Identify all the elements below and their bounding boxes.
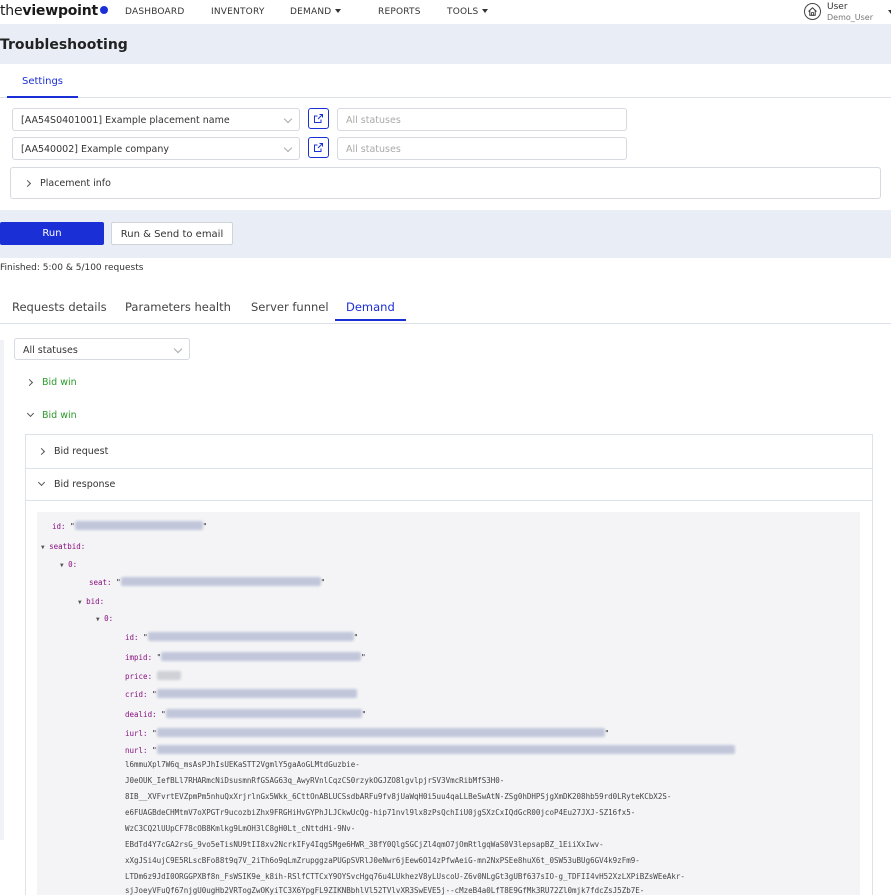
json-field-nurl: nurl: " <box>125 745 735 755</box>
nav-reports[interactable]: REPORTS <box>378 7 421 17</box>
user-label[interactable]: User <box>827 2 848 12</box>
chevron-down-icon <box>482 9 489 13</box>
chevron-right-icon[interactable] <box>25 378 34 387</box>
placement-status-field[interactable]: All statuses <box>337 108 627 131</box>
chevron-down-icon <box>335 9 342 13</box>
chevron-down-icon <box>283 143 293 153</box>
collapse-triangle-icon: ▼ <box>78 599 82 606</box>
tab-parameters-health[interactable]: Parameters health <box>125 300 231 314</box>
open-company-button[interactable] <box>308 137 329 158</box>
json-field-crid: crid: " <box>125 689 357 699</box>
tab-requests-details[interactable]: Requests details <box>12 300 107 314</box>
user-name[interactable]: Demo_User <box>827 13 873 22</box>
page-title: Troubleshooting <box>0 37 128 53</box>
run-status-text: Finished: 5:00 & 5/100 requests <box>0 263 144 273</box>
json-bid-row[interactable]: ▼ bid: <box>78 597 104 606</box>
divider <box>25 500 873 501</box>
json-field-dealid: dealid: " " <box>125 709 367 719</box>
chevron-right-icon <box>23 179 32 188</box>
run-button[interactable]: Run <box>0 222 104 245</box>
collapse-triangle-icon: ▼ <box>96 616 100 623</box>
bid-win-item-1[interactable]: Bid win <box>42 377 77 388</box>
json-nurl-line: 8IB__XVFvrtEVZpmPm5nhuQxXrjrlnGx5Wkk_6Ct… <box>125 792 672 801</box>
bid-request-expander[interactable]: Bid request <box>54 446 108 457</box>
run-send-email-button[interactable]: Run & Send to email <box>111 222 233 245</box>
redacted-value <box>165 709 362 718</box>
json-seatbid-0-row[interactable]: ▼ 0: <box>60 560 77 569</box>
json-field-iurl: iurl: " " <box>125 728 610 738</box>
tab-server-funnel[interactable]: Server funnel <box>251 300 329 314</box>
redacted-value <box>156 689 357 698</box>
tab-demand[interactable]: Demand <box>346 300 395 314</box>
bid-win-item-2[interactable]: Bid win <box>42 410 77 421</box>
placement-select[interactable]: [AA54S0401001] Example placement name <box>12 108 300 131</box>
title-band <box>0 24 891 64</box>
chevron-down-icon <box>283 114 293 124</box>
nav-demand[interactable]: DEMAND <box>290 7 342 17</box>
nav-dashboard[interactable]: DASHBOARD <box>125 7 185 17</box>
company-status-field[interactable]: All statuses <box>337 137 627 160</box>
json-nurl-line: e6FUAGBdeCHMtmV7oXPGTr9ucozbiZhx9FRGHiHv… <box>125 808 636 817</box>
json-nurl-line: l6mmuXpl7W6q_msAsPJhIsUEKaSTT2VgmlY5gaAo… <box>125 760 360 769</box>
json-bid-0-row[interactable]: ▼ 0: <box>96 614 113 623</box>
redacted-value <box>74 521 203 530</box>
redacted-value <box>147 632 354 641</box>
json-id-row: id: " " <box>52 521 208 531</box>
json-nurl-line: LTDm6z9JdI0ORGGPXBf8n_FsWSIK9e_k8ih-RSlf… <box>125 872 685 881</box>
placement-info-label: Placement info <box>40 178 111 189</box>
left-gutter <box>0 340 4 840</box>
external-link-icon <box>314 114 323 123</box>
home-icon[interactable] <box>804 3 821 20</box>
collapse-triangle-icon: ▼ <box>41 544 45 551</box>
divider <box>25 468 873 469</box>
external-link-icon <box>314 143 323 152</box>
redacted-value <box>156 728 605 737</box>
demand-status-filter-value: All statuses <box>23 345 78 356</box>
json-nurl-line: xXgJSi4ujC9E5RLscBFo88t9q7V_2iTh6o9qLmZr… <box>125 856 640 865</box>
json-seatbid-row[interactable]: ▼ seatbid: <box>41 542 85 551</box>
redacted-value <box>156 671 181 680</box>
redacted-value <box>161 652 362 661</box>
bid-response-expander[interactable]: Bid response <box>54 479 115 490</box>
logo-dot-icon <box>100 6 109 14</box>
open-placement-button[interactable] <box>308 108 329 129</box>
nav-tools[interactable]: TOOLS <box>447 7 489 17</box>
json-field-impid: impid: " " <box>125 652 366 662</box>
top-nav: theviewpoint DASHBOARD INVENTORY DEMAND … <box>0 0 891 24</box>
settings-tabbar <box>0 64 891 98</box>
collapse-triangle-icon: ▼ <box>60 562 64 569</box>
redacted-value <box>120 577 321 586</box>
json-nurl-line: J0eOUK_IefBLl7RHARmcNiDsusmnRfGSAG63q_Aw… <box>125 776 505 785</box>
demand-status-filter[interactable]: All statuses <box>14 338 190 360</box>
company-select[interactable]: [AA540002] Example company <box>12 137 300 160</box>
nav-inventory[interactable]: INVENTORY <box>211 7 265 17</box>
active-tab-indicator <box>335 319 406 321</box>
json-nurl-line: WzC3CQ2lUUpCF78cOB8Kmlkg9LmOH3lC8gH0Lt_c… <box>125 824 356 833</box>
placement-select-value: [AA54S0401001] Example placement name <box>21 115 230 126</box>
chevron-down-icon <box>173 344 183 354</box>
json-nurl-line: EBdTd4Y7cGA2rsG_9vo5eTisNU9tII8xv2NcrkIF… <box>125 840 604 849</box>
json-seat-row: seat: " " <box>89 577 326 587</box>
json-nurl-line: sjJoeyVFuQf67njgU0ugHb2VRTogZwOKyiTC3X6Y… <box>125 886 645 895</box>
chevron-down-icon[interactable] <box>26 409 35 418</box>
app-logo[interactable]: theviewpoint <box>0 3 109 19</box>
json-field-price: price: <box>125 671 181 681</box>
json-field-id: id: " " <box>125 632 359 642</box>
placement-info-expander[interactable]: Placement info <box>10 167 881 199</box>
tab-settings[interactable]: Settings <box>7 64 78 98</box>
company-select-value: [AA540002] Example company <box>21 144 169 155</box>
bid-response-json <box>37 512 860 895</box>
redacted-value <box>156 745 735 754</box>
